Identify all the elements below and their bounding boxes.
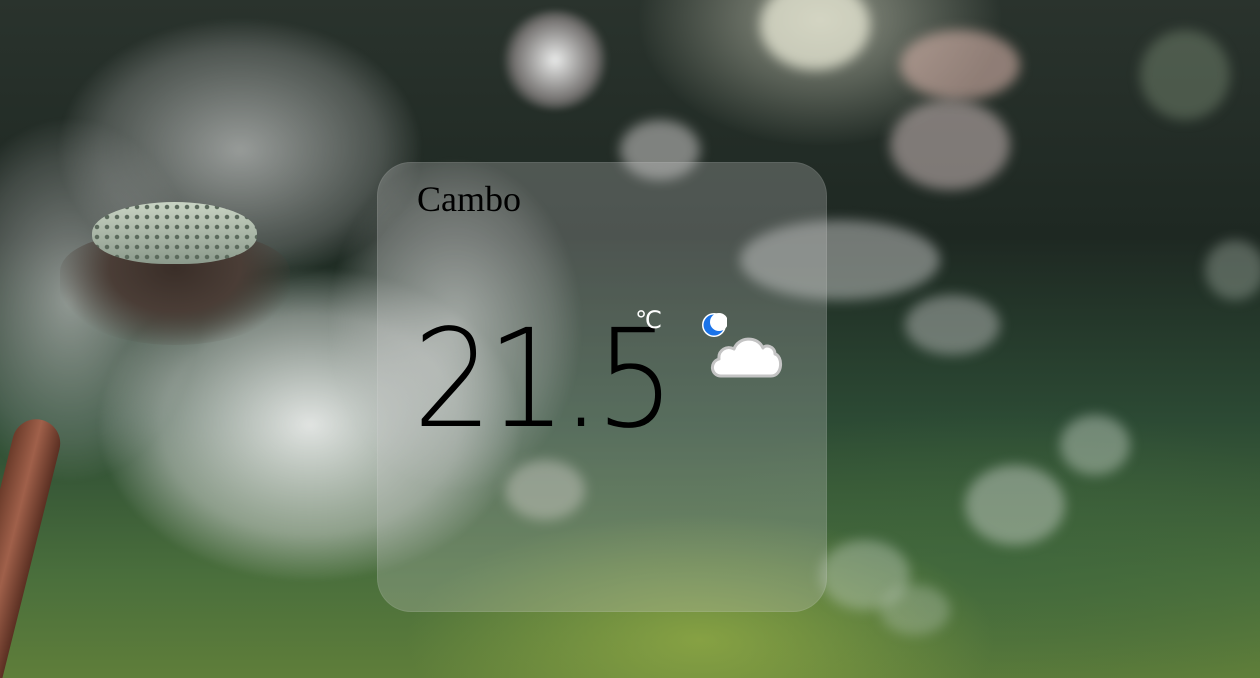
night-partly-cloudy-icon (701, 308, 785, 384)
bokeh-light (760, 0, 870, 70)
temperature-unit: ℃ (635, 306, 662, 334)
bokeh-light (890, 100, 1010, 190)
bokeh-light (880, 585, 950, 635)
dandelion-stem (0, 414, 66, 678)
bokeh-light (905, 295, 1000, 355)
temperature-value: 21.5 (413, 301, 675, 459)
floating-seed (500, 10, 610, 110)
bokeh-light (1205, 240, 1260, 300)
bokeh-light (900, 30, 1020, 100)
weather-card: Cambo 21.5 ℃ (377, 162, 827, 612)
cloud-icon (711, 337, 782, 378)
bokeh-light (1060, 415, 1130, 475)
bokeh-light (965, 465, 1065, 545)
dandelion-seed-head (92, 202, 257, 264)
city-name: Cambo (417, 179, 521, 219)
bokeh-light (1140, 30, 1230, 120)
